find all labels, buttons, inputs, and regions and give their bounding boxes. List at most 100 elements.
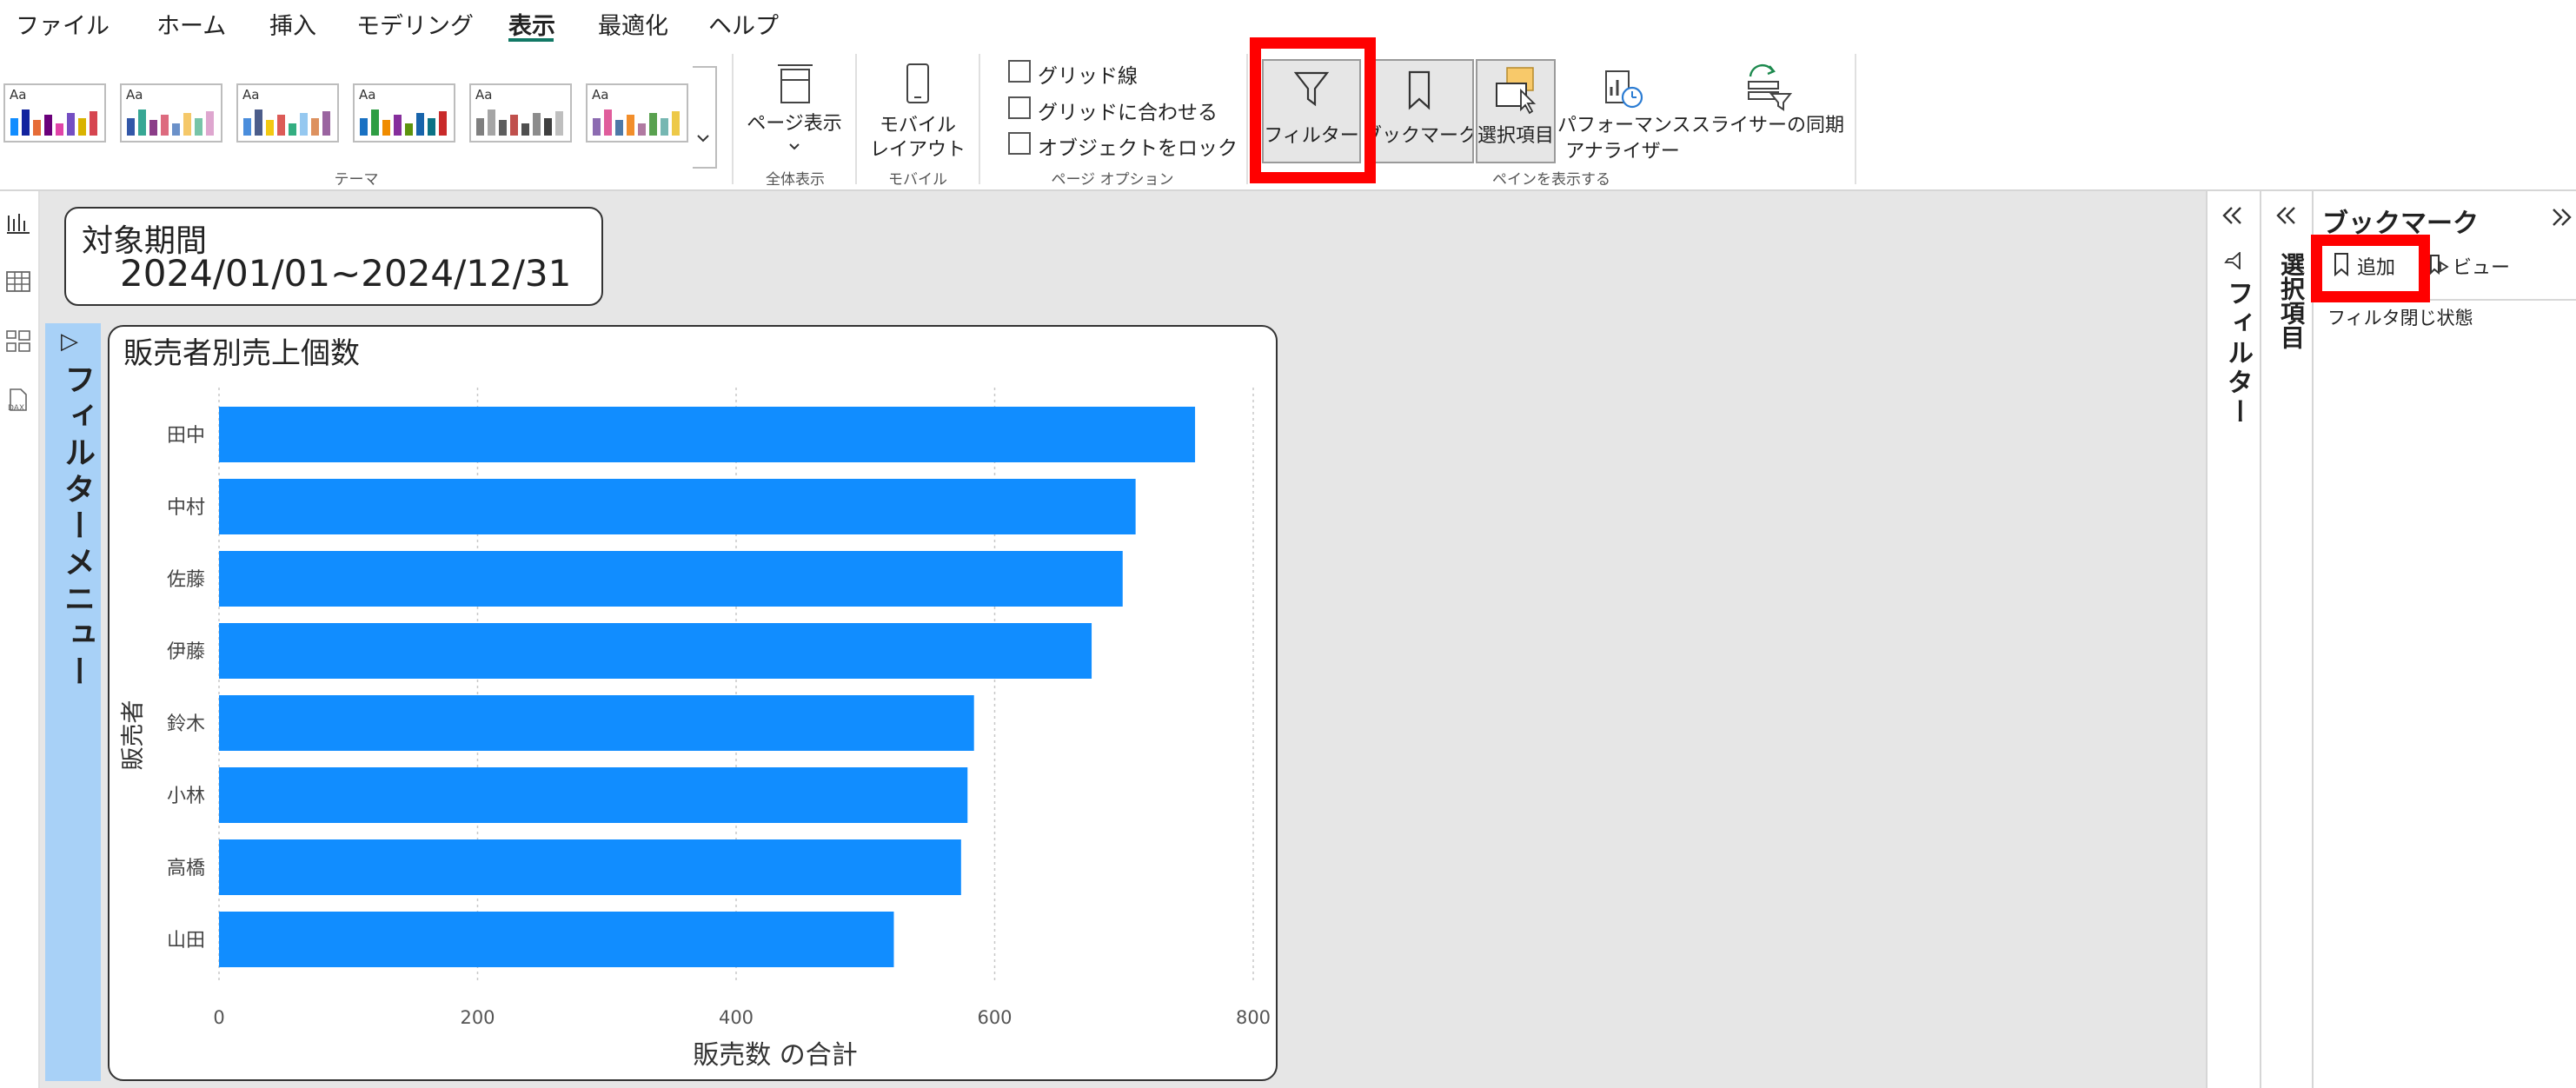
highlight-box-filter bbox=[1250, 37, 1376, 183]
theme-color-swatch bbox=[161, 115, 169, 136]
theme-color-swatch bbox=[56, 123, 63, 136]
theme-color-swatch bbox=[488, 109, 495, 136]
y-tick-label: 高橋 bbox=[167, 858, 205, 879]
mobile-group-label: モバイル bbox=[888, 171, 947, 189]
theme-color-swatch bbox=[243, 118, 251, 136]
filter-pane-collapsed[interactable]: フィルター bbox=[2206, 191, 2260, 1088]
selection-pane-button[interactable]: 選択項目 bbox=[1476, 59, 1556, 163]
theme-color-swatch bbox=[10, 118, 18, 136]
x-tick-label: 200 bbox=[460, 1007, 495, 1028]
theme-color-swatch bbox=[672, 111, 680, 136]
date-card-range: 2024/01/01~2024/12/31 bbox=[120, 252, 572, 295]
performance-analyzer-icon bbox=[1605, 70, 1643, 109]
mobile-layout-label-1: モバイル bbox=[879, 115, 956, 136]
theme-thumbnail[interactable]: Aa bbox=[469, 83, 572, 143]
chart-y-axis-title: 販売者 bbox=[120, 700, 147, 771]
bar[interactable] bbox=[219, 695, 974, 751]
ribbon-separator bbox=[732, 54, 734, 184]
sync-slicers-button[interactable]: スライサーの同期 bbox=[1691, 59, 1845, 163]
sync-slicers-label: スライサーの同期 bbox=[1691, 115, 1845, 136]
menu-help[interactable]: ヘルプ bbox=[708, 7, 779, 41]
page-view-icon bbox=[778, 64, 813, 103]
menu-file[interactable]: ファイル bbox=[16, 7, 110, 41]
theme-color-swatch bbox=[638, 123, 646, 136]
y-tick-label: 中村 bbox=[167, 497, 205, 519]
menu-optimize[interactable]: 最適化 bbox=[598, 7, 668, 41]
gridlines-label: グリッド線 bbox=[1038, 65, 1138, 88]
selection-pane-collapsed-label: 選択項目 bbox=[2277, 252, 2306, 349]
theme-color-swatch bbox=[649, 113, 657, 136]
lock-objects-label: オブジェクトをロック bbox=[1038, 137, 1238, 160]
bar-chart-card[interactable]: 販売者別売上個数 販売者 販売数 の合計 田中 中村 佐藤 伊藤 鈴木 小林 高橋 山田 0 2… bbox=[108, 325, 1278, 1081]
theme-thumbnail[interactable]: Aa bbox=[236, 83, 339, 143]
collapse-chevrons-icon[interactable] bbox=[2220, 205, 2244, 228]
bar-chart: 販売者別売上個数 販売者 販売数 の合計 田中中村佐藤伊藤鈴木小林高橋山田 0 2… bbox=[120, 336, 1271, 1071]
bar[interactable] bbox=[219, 479, 1136, 534]
bar[interactable] bbox=[219, 551, 1123, 607]
menu-modeling[interactable]: モデリング bbox=[356, 7, 474, 41]
themes-expand-button[interactable] bbox=[693, 66, 717, 169]
theme-thumbnail-aa: Aa bbox=[592, 87, 609, 103]
gridlines-checkbox[interactable] bbox=[1008, 60, 1031, 83]
ribbon: Aa Aa Aa Aa Aa Aa テーマ ページ表示 全体表示 モバイル レイアウト bbox=[0, 37, 2576, 191]
performance-analyzer-button[interactable]: パフォーマンス アナライザー bbox=[1557, 59, 1691, 167]
theme-color-swatch bbox=[311, 118, 319, 136]
view-bookmark-label: ビュー bbox=[2453, 257, 2511, 279]
theme-thumbnail[interactable]: Aa bbox=[3, 83, 106, 143]
mobile-phone-icon bbox=[906, 63, 929, 103]
theme-color-swatch bbox=[138, 109, 146, 136]
theme-color-swatch bbox=[499, 120, 507, 136]
theme-color-swatch bbox=[255, 109, 262, 136]
mobile-layout-button[interactable]: モバイル レイアウト bbox=[862, 57, 973, 165]
menu-home[interactable]: ホーム bbox=[156, 7, 226, 41]
bookmark-icon bbox=[1408, 70, 1431, 110]
performance-analyzer-label-2: アナライザー bbox=[1565, 141, 1680, 163]
bar[interactable] bbox=[219, 767, 968, 823]
bar[interactable] bbox=[219, 407, 1196, 462]
bar[interactable] bbox=[219, 912, 894, 967]
theme-color-swatch bbox=[533, 113, 541, 136]
model-view-icon[interactable] bbox=[5, 328, 31, 355]
theme-color-swatch bbox=[544, 118, 552, 136]
bar[interactable] bbox=[219, 839, 961, 895]
y-tick-label: 小林 bbox=[167, 786, 205, 807]
dax-query-view-icon[interactable]: DAX bbox=[5, 388, 31, 414]
date-range-card[interactable]: 対象期間 2024/01/01~2024/12/31 bbox=[64, 207, 603, 306]
selection-pane-collapsed[interactable]: 選択項目 bbox=[2260, 191, 2312, 1088]
bookmark-pane-button[interactable]: ブックマーク bbox=[1364, 59, 1474, 163]
theme-color-swatch bbox=[149, 120, 157, 136]
theme-color-swatch bbox=[33, 120, 41, 136]
bookmark-list-item[interactable]: フィルタ閉じ状態 bbox=[2327, 304, 2473, 330]
chart-title: 販売者別売上個数 bbox=[123, 336, 360, 371]
report-view-icon[interactable] bbox=[5, 210, 31, 236]
bar[interactable] bbox=[219, 623, 1092, 679]
menu-view[interactable]: 表示 bbox=[508, 7, 555, 41]
theme-color-swatch bbox=[593, 118, 601, 136]
snap-to-grid-label: グリッドに合わせる bbox=[1038, 102, 1218, 124]
theme-thumbnail[interactable]: Aa bbox=[586, 83, 688, 143]
theme-color-swatch bbox=[360, 118, 368, 136]
ribbon-separator bbox=[1855, 54, 1856, 184]
y-tick-label: 鈴木 bbox=[167, 713, 205, 735]
theme-thumbnail-aa: Aa bbox=[10, 87, 27, 103]
y-tick-label: 佐藤 bbox=[167, 569, 205, 591]
theme-color-swatch bbox=[555, 111, 563, 136]
theme-color-swatch bbox=[67, 113, 75, 136]
filter-menu-tab[interactable]: ▷ フィルターメニュー bbox=[45, 323, 101, 1081]
themes-group-label: テーマ bbox=[334, 171, 379, 189]
page-view-button[interactable]: ページ表示 bbox=[743, 57, 846, 162]
filter-menu-label: フィルターメニュー bbox=[59, 363, 95, 692]
theme-color-swatch bbox=[604, 109, 612, 136]
theme-thumbnail[interactable]: Aa bbox=[353, 83, 455, 143]
table-view-icon[interactable] bbox=[5, 269, 31, 295]
theme-color-swatch bbox=[510, 115, 518, 136]
menu-insert[interactable]: 挿入 bbox=[269, 7, 316, 41]
mobile-layout-label-2: レイアウト bbox=[869, 139, 966, 161]
theme-color-swatch bbox=[439, 111, 447, 136]
collapse-chevrons-icon[interactable] bbox=[2274, 205, 2298, 228]
theme-thumbnail[interactable]: Aa bbox=[120, 83, 222, 143]
expand-chevrons-icon[interactable] bbox=[2550, 207, 2574, 229]
snap-to-grid-checkbox[interactable] bbox=[1008, 96, 1031, 119]
lock-objects-checkbox[interactable] bbox=[1008, 132, 1031, 155]
view-bookmark-button[interactable]: ビュー bbox=[2425, 242, 2538, 287]
